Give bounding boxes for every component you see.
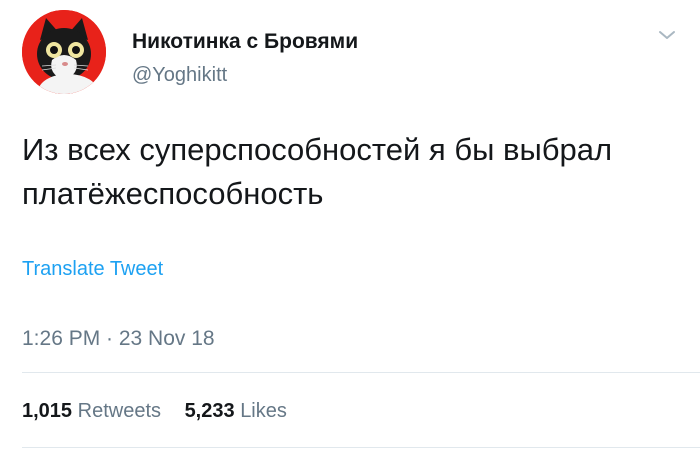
- retweets-count: 1,015: [22, 400, 73, 422]
- cat-avatar-icon: [22, 10, 106, 94]
- translate-tweet-link[interactable]: Translate Tweet: [22, 258, 163, 281]
- likes-stat[interactable]: 5,233 Likes: [185, 400, 287, 422]
- tweet-timestamp[interactable]: 1:26 PM · 23 Nov 18: [22, 327, 215, 351]
- tweet-stats: 1,015 Retweets 5,233 Likes: [22, 400, 305, 423]
- tweet-text-line: платёжеспособность: [22, 176, 324, 211]
- avatar[interactable]: [22, 10, 106, 94]
- chevron-down-icon: [659, 31, 675, 39]
- tweet-card: Никотинка с Бровями @Yoghikitt Из всех с…: [0, 0, 700, 455]
- likes-count: 5,233: [184, 400, 235, 422]
- divider: [22, 372, 700, 373]
- divider: [22, 447, 700, 448]
- tweet-text: Из всех суперспособностей я бы выбрал пл…: [22, 128, 682, 216]
- author-name[interactable]: Никотинка с Бровями: [132, 30, 358, 54]
- retweets-stat[interactable]: 1,015 Retweets: [22, 400, 167, 422]
- tweet-menu-button[interactable]: [655, 26, 679, 44]
- retweets-label: Retweets: [77, 400, 161, 422]
- author-handle[interactable]: @Yoghikitt: [132, 64, 227, 87]
- tweet-text-line: Из всех суперспособностей я бы выбрал: [22, 132, 613, 167]
- likes-label: Likes: [240, 400, 287, 422]
